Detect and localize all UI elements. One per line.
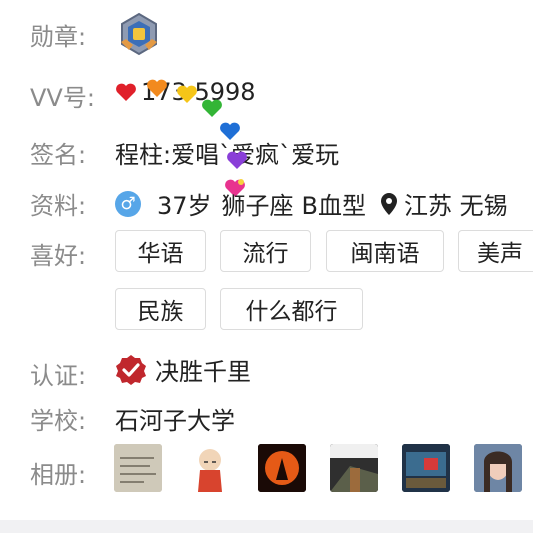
album-photo[interactable] xyxy=(402,444,450,492)
hobby-tag[interactable]: 闽南语 xyxy=(326,230,444,272)
green-heart-icon xyxy=(202,99,222,117)
orange-heart-icon xyxy=(147,79,167,97)
school-label: 学校: xyxy=(30,407,87,435)
signature-label: 签名: xyxy=(30,141,87,169)
certification-label: 认证: xyxy=(30,362,87,390)
album-photo[interactable] xyxy=(258,444,306,492)
verified-badge-icon xyxy=(116,354,146,385)
hobby-tag[interactable]: 民族 xyxy=(115,288,206,330)
medal-badge-icon[interactable] xyxy=(117,12,161,56)
age-text: 37岁 xyxy=(157,192,212,220)
album-photo[interactable] xyxy=(186,444,234,492)
album-photo[interactable] xyxy=(114,444,162,492)
album-label: 相册: xyxy=(30,461,87,489)
purple-heart-icon xyxy=(227,151,247,169)
red-heart-icon xyxy=(116,83,136,101)
zodiac-text: 狮子座 xyxy=(221,192,294,220)
location-pin-icon xyxy=(381,192,398,215)
hobbies-label: 喜好: xyxy=(30,242,87,270)
yellow-heart-icon xyxy=(177,85,197,103)
info-label: 资料: xyxy=(30,192,87,220)
album-photo[interactable] xyxy=(330,444,378,492)
vv-label: VV号: xyxy=(30,84,95,112)
medal-label: 勋章: xyxy=(30,23,87,51)
info-row: ♂ 37岁 狮子座 B血型 江苏 无锡 xyxy=(115,186,508,221)
male-icon: ♂ xyxy=(115,190,141,217)
hobby-tag[interactable]: 什么都行 xyxy=(220,288,363,330)
certification-text: 决胜千里 xyxy=(155,358,251,386)
location-text: 江苏 无锡 xyxy=(404,192,508,220)
hobby-tag[interactable]: 流行 xyxy=(220,230,311,272)
certification-row: 决胜千里 xyxy=(115,352,251,387)
hobby-tag[interactable]: 美声 xyxy=(458,230,533,272)
bottom-divider xyxy=(0,520,533,533)
hobby-tag[interactable]: 华语 xyxy=(115,230,206,272)
album-photo[interactable] xyxy=(474,444,522,492)
blood-type-text: B血型 xyxy=(301,192,367,220)
school-text: 石河子大学 xyxy=(115,407,235,435)
blue-heart-icon xyxy=(220,122,240,140)
